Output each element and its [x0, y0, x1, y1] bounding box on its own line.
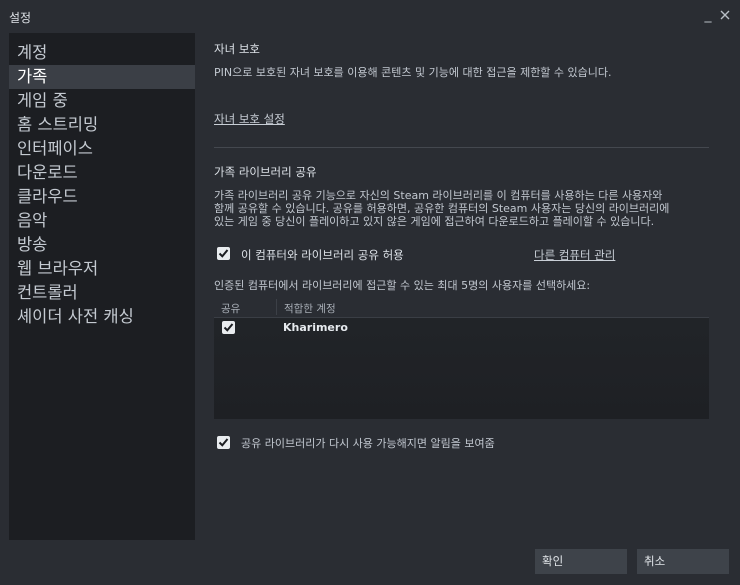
authorize-library-sharing-checkbox[interactable] — [217, 247, 230, 260]
settings-content: 자녀 보호 PIN으로 보호된 자녀 보호를 이용해 콘텐츠 및 기능에 대한 … — [195, 33, 730, 540]
window-title: 설정 — [9, 11, 32, 25]
authorize-library-sharing-label[interactable]: 이 컴퓨터와 라이브러리 공유 허용 — [241, 247, 404, 263]
sidebar-item-family[interactable]: 가족 — [9, 65, 195, 89]
account-name: Kharimero — [283, 321, 348, 334]
settings-sidebar: 계정 가족 게임 중 홈 스트리밍 인터페이스 다운로드 클라우드 음악 방송 … — [9, 33, 195, 540]
sidebar-item-cloud[interactable]: 클라우드 — [9, 185, 195, 209]
notify-available-checkbox[interactable] — [217, 436, 230, 449]
sidebar-item-interface[interactable]: 인터페이스 — [9, 137, 195, 161]
column-header-shared[interactable]: 공유 — [221, 301, 240, 316]
checkmark-icon — [218, 438, 229, 447]
column-separator — [276, 299, 277, 315]
sidebar-item-music[interactable]: 음악 — [9, 209, 195, 233]
eligible-accounts-table: 공유 적합한 계정 Kharimero — [214, 297, 709, 419]
ok-button[interactable]: 확인 — [535, 549, 627, 574]
title-bar[interactable]: 설정 _ — [0, 0, 740, 32]
sidebar-item-broadcasting[interactable]: 방송 — [9, 233, 195, 257]
sidebar-item-web-browser[interactable]: 웹 브라우저 — [9, 257, 195, 281]
section-divider — [214, 147, 709, 148]
library-sharing-description-line-3: 있는 게임 중 당신이 플레이하고 있지 않은 게임에 접근하여 다운로드하고 … — [214, 215, 655, 228]
cancel-button[interactable]: 취소 — [637, 549, 729, 574]
table-header: 공유 적합한 계정 — [214, 297, 709, 318]
sidebar-item-home-streaming[interactable]: 홈 스트리밍 — [9, 113, 195, 137]
sidebar-item-in-game[interactable]: 게임 중 — [9, 89, 195, 113]
manage-other-computers-link[interactable]: 다른 컴퓨터 관리 — [534, 247, 615, 263]
family-view-description: PIN으로 보호된 자녀 보호를 이용해 콘텐츠 및 기능에 대한 접근을 제한… — [214, 66, 612, 79]
checkmark-icon — [218, 249, 229, 258]
notify-available-label[interactable]: 공유 라이브러리가 다시 사용 가능해지면 알림을 보여줌 — [241, 437, 495, 451]
dialog-footer — [0, 540, 740, 585]
column-header-account[interactable]: 적합한 계정 — [284, 301, 336, 316]
table-row[interactable]: Kharimero — [214, 318, 709, 338]
family-view-settings-link[interactable]: 자녀 보호 설정 — [214, 111, 285, 127]
sidebar-item-account[interactable]: 계정 — [9, 41, 195, 65]
library-sharing-title: 가족 라이브러리 공유 — [214, 165, 317, 179]
family-view-title: 자녀 보호 — [214, 42, 260, 56]
select-users-prompt: 인증된 컴퓨터에서 라이브러리에 접근할 수 있는 최대 5명의 사용자를 선택… — [214, 279, 591, 292]
close-icon[interactable] — [717, 6, 733, 24]
share-account-checkbox[interactable] — [222, 321, 235, 334]
library-sharing-description-line-1: 가족 라이브러리 공유 기능으로 자신의 Steam 라이브러리를 이 컴퓨터를… — [214, 189, 663, 202]
checkmark-icon — [223, 323, 234, 332]
library-sharing-description-line-2: 함께 공유할 수 있습니다. 공유를 허용하면, 공유한 컴퓨터의 Steam … — [214, 202, 670, 215]
sidebar-item-downloads[interactable]: 다운로드 — [9, 161, 195, 185]
sidebar-item-shader-precaching[interactable]: 셰이더 사전 캐싱 — [9, 305, 195, 329]
sidebar-item-controller[interactable]: 컨트롤러 — [9, 281, 195, 305]
minimize-icon[interactable]: _ — [700, 6, 716, 24]
